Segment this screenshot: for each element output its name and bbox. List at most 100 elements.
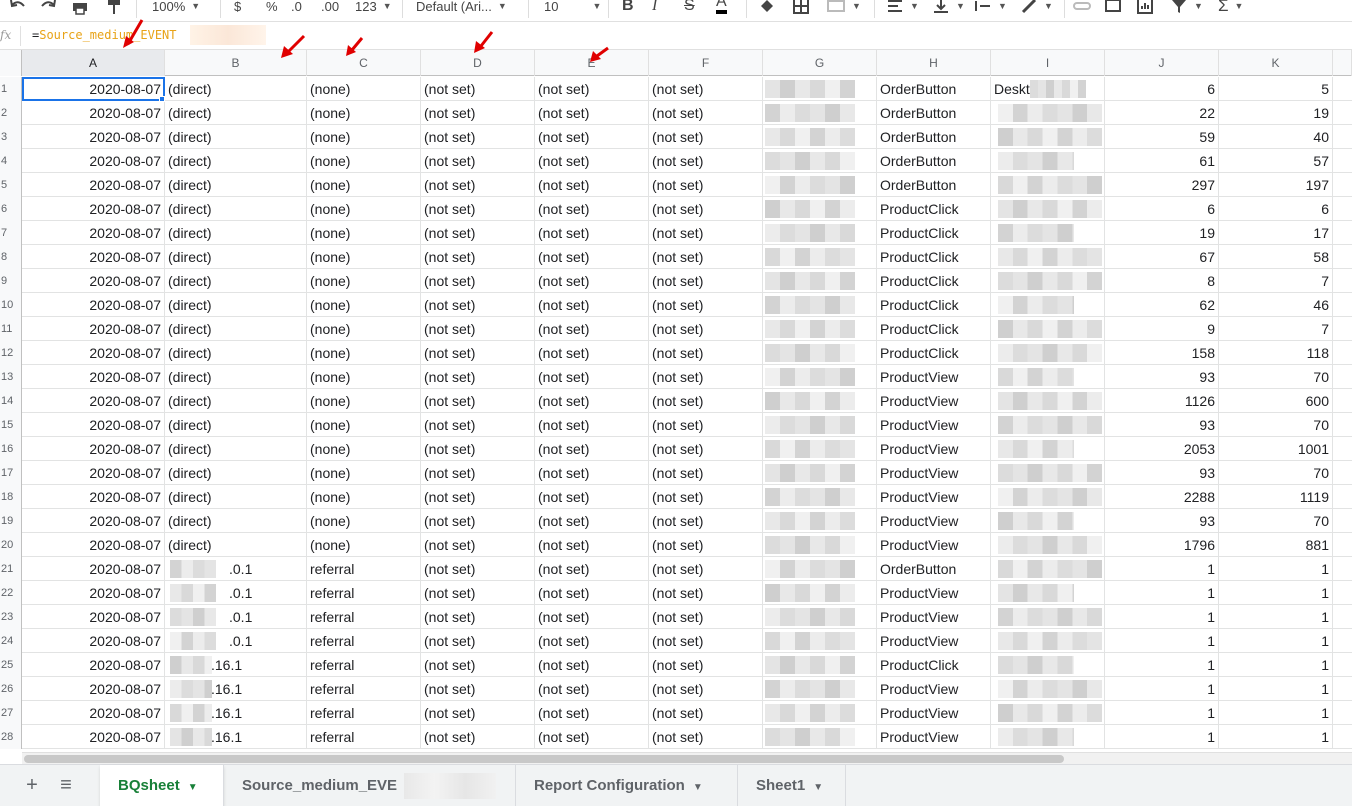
cell-f27[interactable]: (not set): [649, 701, 763, 725]
cell-f13[interactable]: (not set): [649, 365, 763, 389]
cell-d22[interactable]: (not set): [421, 581, 535, 605]
cell-f22[interactable]: (not set): [649, 581, 763, 605]
cell-k19[interactable]: 70: [1219, 509, 1333, 533]
row-header[interactable]: 17: [0, 461, 22, 485]
cell-d3[interactable]: (not set): [421, 125, 535, 149]
fill-handle[interactable]: [159, 96, 165, 102]
cell-c6[interactable]: (none): [307, 197, 421, 221]
horizontal-scrollbar[interactable]: [22, 752, 1352, 764]
row-header[interactable]: 19: [0, 509, 22, 533]
print-icon[interactable]: [70, 0, 90, 18]
cell-c24[interactable]: referral: [307, 629, 421, 653]
cell-f11[interactable]: (not set): [649, 317, 763, 341]
cell-e8[interactable]: (not set): [535, 245, 649, 269]
increase-decimal-button[interactable]: .00: [321, 0, 339, 18]
italic-icon[interactable]: I: [652, 0, 657, 18]
strikethrough-icon[interactable]: S: [684, 0, 695, 18]
cell-c2[interactable]: (none): [307, 101, 421, 125]
cell-d21[interactable]: (not set): [421, 557, 535, 581]
cell-f26[interactable]: (not set): [649, 677, 763, 701]
row-header[interactable]: 2: [0, 101, 22, 125]
cell-b15[interactable]: (direct): [165, 413, 307, 437]
cell-c1[interactable]: (none): [307, 77, 421, 101]
cell-h14[interactable]: ProductView: [877, 389, 991, 413]
row-header[interactable]: 24: [0, 629, 22, 653]
cell-b8[interactable]: (direct): [165, 245, 307, 269]
cell-k20[interactable]: 881: [1219, 533, 1333, 557]
cell-h7[interactable]: ProductClick: [877, 221, 991, 245]
cell-b2[interactable]: (direct): [165, 101, 307, 125]
cell-e1[interactable]: (not set): [535, 77, 649, 101]
cell-f9[interactable]: (not set): [649, 269, 763, 293]
cell-f18[interactable]: (not set): [649, 485, 763, 509]
column-header-f[interactable]: F: [649, 50, 763, 76]
cell-j26[interactable]: 1: [1105, 677, 1219, 701]
cell-d12[interactable]: (not set): [421, 341, 535, 365]
sheet-tab-sheet1[interactable]: Sheet1 ▼: [738, 765, 846, 806]
cell-b14[interactable]: (direct): [165, 389, 307, 413]
cell-k1[interactable]: 5: [1219, 77, 1333, 101]
cell-b9[interactable]: (direct): [165, 269, 307, 293]
filter-icon[interactable]: ▼: [1170, 0, 1203, 18]
more-formats-select[interactable]: 123 ▼: [355, 0, 392, 18]
cell-d17[interactable]: (not set): [421, 461, 535, 485]
zoom-select[interactable]: 100% ▼: [152, 0, 200, 18]
fill-color-icon[interactable]: [758, 0, 776, 18]
cell-c16[interactable]: (none): [307, 437, 421, 461]
cell-j8[interactable]: 67: [1105, 245, 1219, 269]
cell-e13[interactable]: (not set): [535, 365, 649, 389]
cell-a21[interactable]: 2020-08-07: [22, 557, 165, 581]
cell-c20[interactable]: (none): [307, 533, 421, 557]
redo-icon[interactable]: [38, 0, 58, 18]
cell-k10[interactable]: 46: [1219, 293, 1333, 317]
cell-d24[interactable]: (not set): [421, 629, 535, 653]
cell-e2[interactable]: (not set): [535, 101, 649, 125]
cell-a15[interactable]: 2020-08-07: [22, 413, 165, 437]
cell-h1[interactable]: OrderButton: [877, 77, 991, 101]
cell-c13[interactable]: (none): [307, 365, 421, 389]
cell-a4[interactable]: 2020-08-07: [22, 149, 165, 173]
cell-e6[interactable]: (not set): [535, 197, 649, 221]
column-header-h[interactable]: H: [877, 50, 991, 76]
row-header[interactable]: 8: [0, 245, 22, 269]
cell-c8[interactable]: (none): [307, 245, 421, 269]
cell-b18[interactable]: (direct): [165, 485, 307, 509]
bold-icon[interactable]: B: [622, 0, 634, 18]
cell-a16[interactable]: 2020-08-07: [22, 437, 165, 461]
cell-d4[interactable]: (not set): [421, 149, 535, 173]
column-header-l[interactable]: [1333, 50, 1352, 76]
cell-f10[interactable]: (not set): [649, 293, 763, 317]
cell-j12[interactable]: 158: [1105, 341, 1219, 365]
merge-cells-icon[interactable]: ▼: [826, 0, 861, 18]
cell-d1[interactable]: (not set): [421, 77, 535, 101]
cell-d5[interactable]: (not set): [421, 173, 535, 197]
cell-k27[interactable]: 1: [1219, 701, 1333, 725]
cell-j28[interactable]: 1: [1105, 725, 1219, 749]
cell-k6[interactable]: 6: [1219, 197, 1333, 221]
cell-b6[interactable]: (direct): [165, 197, 307, 221]
cell-h10[interactable]: ProductClick: [877, 293, 991, 317]
cell-f8[interactable]: (not set): [649, 245, 763, 269]
cell-b1[interactable]: (direct): [165, 77, 307, 101]
cell-h5[interactable]: OrderButton: [877, 173, 991, 197]
cell-a14[interactable]: 2020-08-07: [22, 389, 165, 413]
cell-c5[interactable]: (none): [307, 173, 421, 197]
row-header[interactable]: 13: [0, 365, 22, 389]
cell-c7[interactable]: (none): [307, 221, 421, 245]
font-size-select[interactable]: 10 ▼: [544, 0, 601, 18]
vertical-align-icon[interactable]: ▼: [932, 0, 965, 18]
column-header-k[interactable]: K: [1219, 50, 1333, 76]
cell-d15[interactable]: (not set): [421, 413, 535, 437]
cell-c11[interactable]: (none): [307, 317, 421, 341]
cell-j4[interactable]: 61: [1105, 149, 1219, 173]
cell-e7[interactable]: (not set): [535, 221, 649, 245]
column-header-a[interactable]: A: [22, 50, 165, 76]
cell-d20[interactable]: (not set): [421, 533, 535, 557]
cell-f24[interactable]: (not set): [649, 629, 763, 653]
row-header[interactable]: 5: [0, 173, 22, 197]
cell-e19[interactable]: (not set): [535, 509, 649, 533]
cell-k28[interactable]: 1: [1219, 725, 1333, 749]
text-color-icon[interactable]: A: [716, 0, 727, 14]
cell-b4[interactable]: (direct): [165, 149, 307, 173]
comment-icon[interactable]: [1104, 0, 1122, 18]
